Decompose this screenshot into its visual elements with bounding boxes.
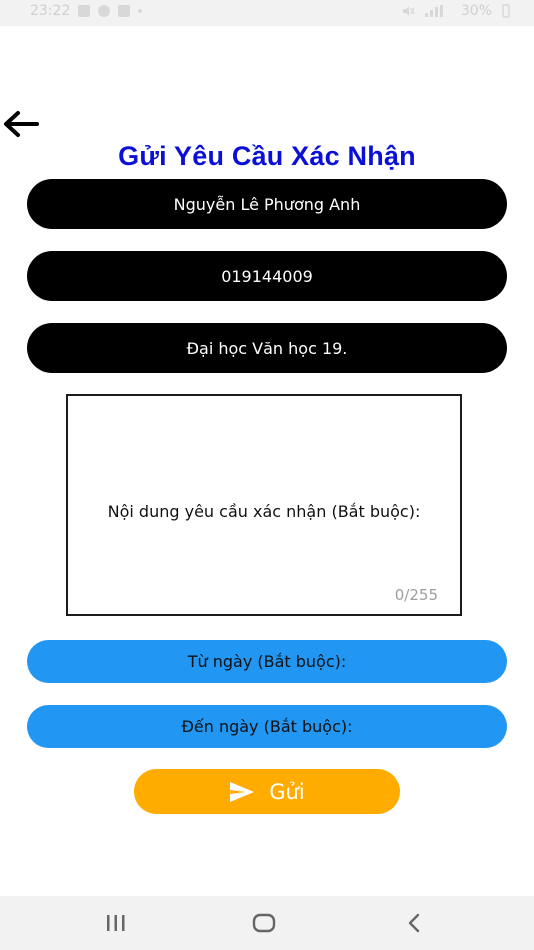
mute-icon (402, 6, 415, 16)
home-icon (252, 913, 276, 933)
name-value: Nguyễn Lê Phương Anh (173, 194, 361, 214)
send-icon (230, 781, 255, 802)
send-button[interactable]: Gửi (134, 769, 400, 814)
status-left: 23:22 (30, 3, 143, 19)
settings-icon (98, 5, 111, 17)
battery-icon (502, 4, 510, 18)
student-id-value: 019144009 (221, 266, 313, 286)
to-date-label: Đến ngày (Bắt buộc): (181, 717, 353, 736)
dot-icon (138, 9, 143, 13)
to-date-button[interactable]: Đến ngày (Bắt buộc): (27, 705, 507, 748)
home-button[interactable] (234, 904, 294, 942)
recent-apps-icon (107, 915, 125, 931)
screen: 23:22 30% Gửi Yêu Cầu Xác Nhận Nguyễn Lê… (0, 0, 534, 950)
battery-percent: 30% (460, 3, 492, 19)
status-time: 23:22 (30, 3, 71, 19)
calendar-icon (118, 5, 131, 17)
student-id-field[interactable]: 019144009 (27, 251, 507, 301)
name-field[interactable]: Nguyễn Lê Phương Anh (27, 179, 507, 229)
page-title: Gửi Yêu Cầu Xác Nhận (118, 141, 416, 171)
status-right: 30% (401, 3, 512, 19)
from-date-button[interactable]: Từ ngày (Bắt buộc): (27, 640, 507, 683)
recent-apps-button[interactable] (86, 904, 146, 942)
navigation-bar (0, 896, 534, 950)
signal-icon (424, 5, 443, 17)
arrow-left-icon (4, 111, 39, 137)
class-value: Đại học Văn học 19. (186, 338, 348, 358)
back-button[interactable] (0, 106, 42, 142)
notification-icon (78, 5, 91, 17)
content-placeholder: Nội dung yêu cầu xác nhận (Bắt buộc): (107, 502, 421, 521)
from-date-label: Từ ngày (Bắt buộc): (187, 652, 347, 671)
send-label: Gửi (269, 779, 305, 804)
back-icon (408, 913, 420, 933)
system-back-button[interactable] (384, 904, 444, 942)
class-field[interactable]: Đại học Văn học 19. (27, 323, 507, 373)
status-bar: 23:22 30% (0, 0, 534, 26)
content-textarea[interactable]: Nội dung yêu cầu xác nhận (Bắt buộc): 0/… (66, 394, 462, 616)
content-counter: 0/255 (394, 586, 438, 604)
